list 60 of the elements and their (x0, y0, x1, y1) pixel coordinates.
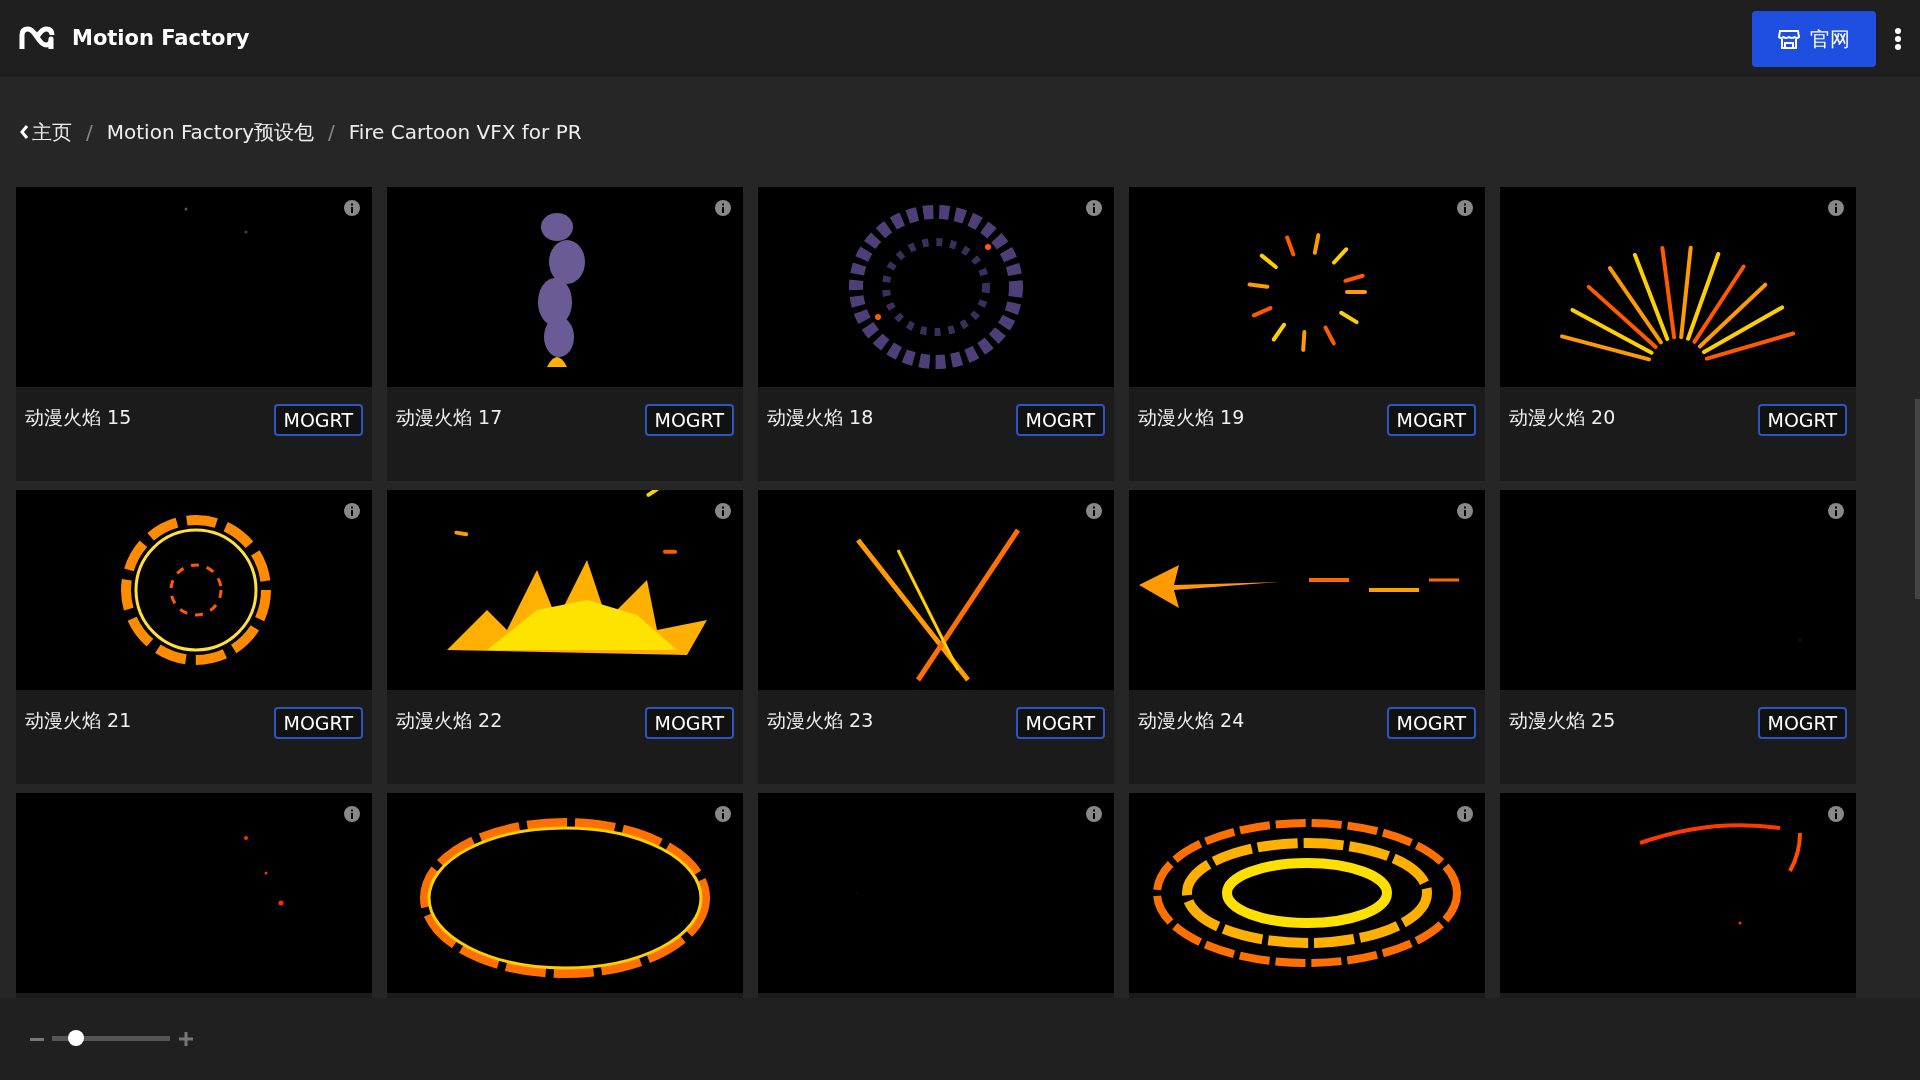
effect-title: 动漫火焰 17 (396, 405, 503, 430)
website-button[interactable]: 官网 (1752, 10, 1876, 67)
scrollbar[interactable] (1915, 399, 1920, 599)
mogrt-button[interactable]: MOGRT (1757, 707, 1847, 739)
more-icon[interactable] (1894, 26, 1902, 51)
mogrt-button[interactable]: MOGRT (1386, 707, 1476, 739)
breadcrumb-current[interactable]: Fire Cartoon VFX for PR (348, 117, 582, 147)
effect-title: 动漫火焰 23 (767, 708, 874, 733)
effect-title: 动漫火焰 19 (1138, 405, 1245, 430)
zoom-in-icon[interactable] (178, 1031, 194, 1047)
effect-card[interactable]: 动漫火焰 24 MOGRT (1129, 490, 1485, 784)
info-icon[interactable] (1086, 806, 1102, 822)
effect-card[interactable]: 动漫火焰 25 MOGRT (1500, 490, 1856, 784)
info-icon[interactable] (1086, 503, 1102, 519)
breadcrumb-separator: / (86, 119, 93, 146)
breadcrumb-link[interactable]: Motion Factory预设包 (106, 117, 314, 147)
mogrt-button[interactable]: MOGRT (1386, 404, 1476, 436)
mogrt-button[interactable]: MOGRT (1015, 707, 1105, 739)
info-icon[interactable] (715, 806, 731, 822)
effect-card[interactable]: 动漫火焰 20 MOGRT (1500, 187, 1856, 481)
info-icon[interactable] (1457, 200, 1473, 216)
zoom-out-icon[interactable] (30, 1037, 44, 1041)
effect-card[interactable]: 动漫火焰 17 MOGRT (387, 187, 743, 481)
effect-title: 动漫火焰 22 (396, 708, 503, 733)
mogrt-button[interactable]: MOGRT (1015, 404, 1105, 436)
effect-card[interactable]: 动漫火焰 23 MOGRT (758, 490, 1114, 784)
effect-card[interactable]: 动漫火焰 21 MOGRT (16, 490, 372, 784)
breadcrumb-link[interactable]: 主页 (32, 117, 72, 147)
store-icon (1778, 27, 1800, 50)
zoom-slider[interactable] (52, 1031, 170, 1047)
effect-title: 动漫火焰 15 (25, 405, 132, 430)
info-icon[interactable] (715, 503, 731, 519)
effect-title: 动漫火焰 20 (1509, 405, 1616, 430)
info-icon[interactable] (344, 200, 360, 216)
info-icon[interactable] (1457, 503, 1473, 519)
effect-card[interactable]: 动漫火焰 19 MOGRT (1129, 187, 1485, 481)
mogrt-button[interactable]: MOGRT (644, 404, 734, 436)
info-icon[interactable] (1828, 806, 1844, 822)
breadcrumb-separator: / (327, 119, 335, 146)
effect-title: 动漫火焰 21 (25, 708, 132, 733)
mogrt-button[interactable]: MOGRT (644, 707, 734, 739)
info-icon[interactable] (1828, 200, 1844, 216)
info-icon[interactable] (1457, 806, 1473, 822)
info-icon[interactable] (715, 200, 731, 216)
mogrt-button[interactable]: MOGRT (1757, 404, 1847, 436)
info-icon[interactable] (1086, 200, 1102, 216)
mogrt-button[interactable]: MOGRT (273, 404, 363, 436)
info-icon[interactable] (1828, 503, 1844, 519)
effect-card[interactable]: 动漫火焰 22 MOGRT (387, 490, 743, 784)
effect-card[interactable]: 动漫火焰 18 MOGRT (758, 187, 1114, 481)
brand-name: Motion Factory (72, 24, 250, 52)
effect-title: 动漫火焰 18 (767, 405, 874, 430)
effect-card[interactable]: 动漫火焰 15 MOGRT (16, 187, 372, 481)
back-icon[interactable] (20, 124, 29, 140)
effect-title: 动漫火焰 25 (1509, 708, 1616, 733)
effect-title: 动漫火焰 24 (1138, 708, 1245, 733)
mogrt-button[interactable]: MOGRT (273, 707, 363, 739)
info-icon[interactable] (344, 806, 360, 822)
slider-thumb[interactable] (67, 1030, 84, 1046)
info-icon[interactable] (344, 503, 360, 519)
